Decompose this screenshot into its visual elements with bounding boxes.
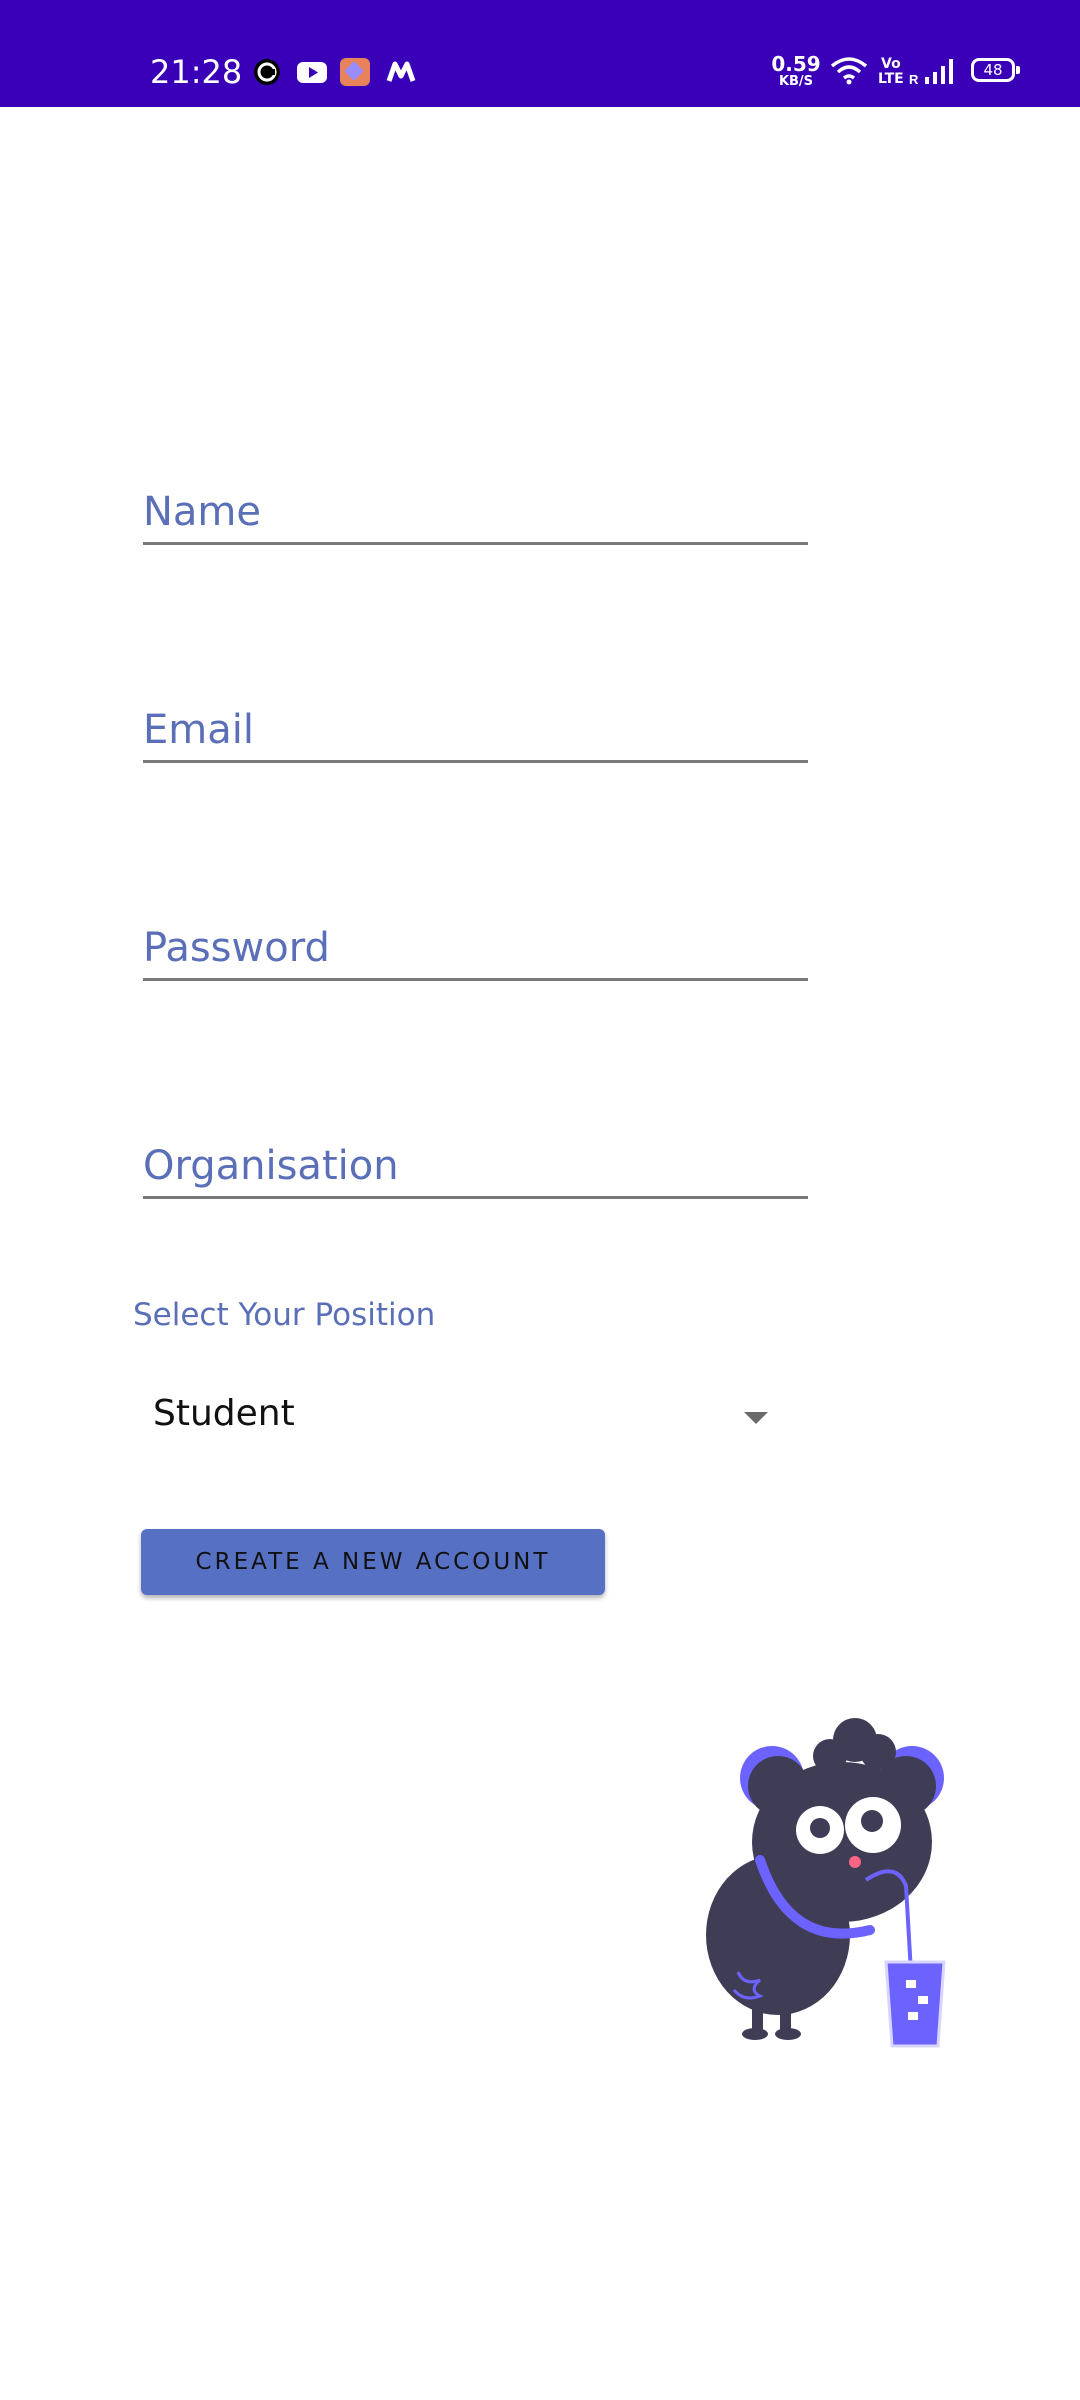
- position-label: Select Your Position: [133, 1297, 436, 1333]
- roaming-indicator: R: [909, 72, 919, 87]
- battery-icon: 48: [971, 58, 1020, 82]
- dropdown-arrow-icon: [744, 1412, 768, 1424]
- youtube-icon: [296, 57, 328, 92]
- password-field[interactable]: [143, 918, 808, 981]
- shortcut-app-icon: [340, 57, 370, 92]
- network-speed: 0.59 KB/S: [771, 52, 821, 89]
- volte-icon: Vo LTE: [878, 56, 904, 87]
- status-time: 21:28: [150, 53, 243, 91]
- wifi-icon: [830, 55, 868, 90]
- position-selected-value: Student: [153, 1393, 295, 1434]
- organisation-field[interactable]: [143, 1136, 808, 1199]
- position-dropdown[interactable]: Student: [143, 1385, 783, 1451]
- app-c-icon: [252, 57, 282, 92]
- name-field[interactable]: [143, 482, 808, 545]
- status-bar: 21:28 0.59 KB/S Vo LTE R 48: [0, 0, 1080, 107]
- email-field[interactable]: [143, 700, 808, 763]
- signal-icon: [924, 56, 958, 91]
- mascot-drinking-illustration: [706, 1718, 946, 2048]
- m-app-icon: [386, 57, 416, 92]
- create-account-button[interactable]: CREATE A NEW ACCOUNT: [141, 1529, 605, 1595]
